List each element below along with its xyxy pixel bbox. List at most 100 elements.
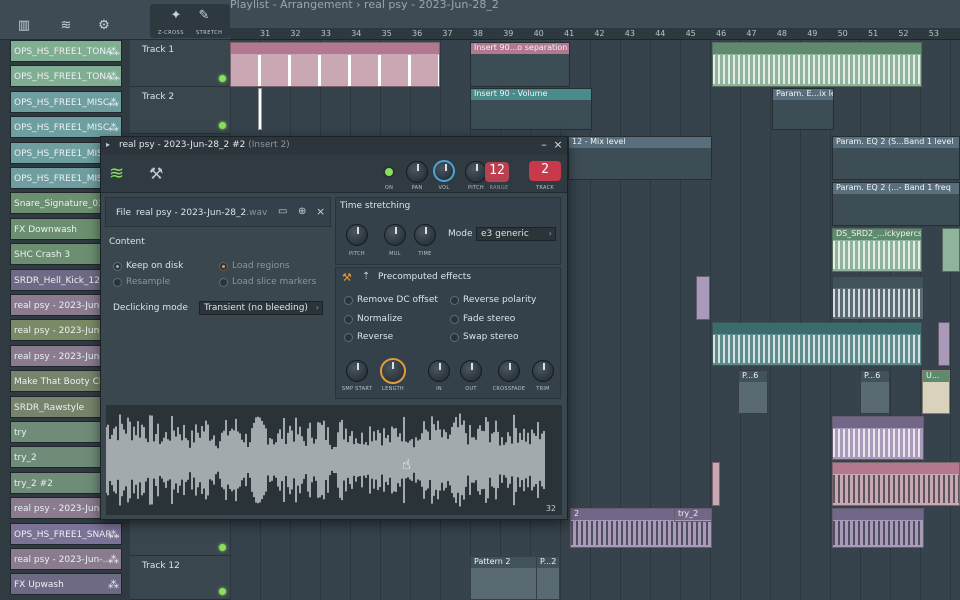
automation-clip[interactable]: 12 - Mix level (568, 136, 712, 180)
sample-waveform[interactable]: 32 ☝ (106, 405, 562, 515)
reverse-label[interactable]: Reverse (357, 332, 393, 342)
ts-pitch-knob[interactable] (346, 224, 368, 246)
file-name[interactable]: real psy - 2023-Jun-28_2.wav (136, 208, 267, 218)
wrench-icon[interactable]: ⚒ (342, 271, 352, 284)
audio-clip[interactable] (712, 322, 922, 366)
piano-roll-icon[interactable]: ▥ (14, 18, 34, 36)
wrench-icon[interactable]: ⚙ (94, 18, 114, 36)
pan-knob[interactable] (406, 161, 428, 183)
automation-clip[interactable]: Param. EQ 2 (S...Band 1 level (832, 136, 960, 180)
audio-clip[interactable] (832, 462, 960, 506)
sidebar-channel-item[interactable]: OPS_HS_FREE1_MISC...⁂ (10, 90, 122, 113)
remove-dc-label[interactable]: Remove DC offset (357, 295, 438, 305)
declicking-dropdown[interactable]: Transient (no bleeding) › (199, 301, 323, 315)
window-titlebar[interactable]: ▸ real psy - 2023-Jun-28_2 #2 (Insert 2)… (101, 137, 567, 155)
remove-dc-radio[interactable] (344, 296, 353, 305)
volume-knob[interactable] (433, 160, 455, 182)
marker-clip[interactable] (258, 88, 262, 130)
audio-clip[interactable] (230, 42, 440, 87)
track-header-1[interactable]: Track 1 (130, 40, 230, 87)
resample-radio[interactable] (113, 278, 122, 287)
audio-clip[interactable] (712, 42, 922, 87)
mode-dropdown[interactable]: e3 generic › (476, 227, 556, 241)
load-slice-markers-label[interactable]: Load slice markers (232, 277, 316, 287)
trim-knob[interactable] (532, 360, 554, 382)
track-number-box[interactable]: 2 (529, 161, 561, 181)
resample-label[interactable]: Resample (126, 277, 170, 287)
audio-clip[interactable] (712, 462, 720, 506)
channel-on-led[interactable] (383, 166, 395, 178)
wrench-tab-icon[interactable]: ⚒ (149, 164, 163, 183)
track-active-led[interactable] (219, 122, 226, 129)
plugin-icon[interactable]: ⊕ (298, 206, 306, 217)
wave-tool-icon[interactable]: ≋ (56, 18, 76, 36)
swap-stereo-radio[interactable] (450, 333, 459, 342)
load-slice-markers-radio[interactable] (219, 278, 228, 287)
channel-settings-window[interactable]: ▸ real psy - 2023-Jun-28_2 #2 (Insert 2)… (100, 136, 568, 520)
in-knob[interactable] (428, 360, 450, 382)
audio-clip[interactable] (832, 276, 924, 320)
length-knob[interactable] (380, 358, 406, 384)
folder-icon[interactable]: ▭ (278, 206, 287, 217)
audio-clip[interactable]: DS_SRD2_...ickypercs (832, 228, 922, 272)
pattern-clip[interactable]: P...6 (738, 370, 768, 414)
fade-stereo-radio[interactable] (450, 315, 459, 324)
track-active-led[interactable] (219, 588, 226, 595)
audio-clip[interactable] (832, 416, 924, 460)
track-active-led[interactable] (219, 75, 226, 82)
audio-clip[interactable] (938, 322, 950, 366)
sidebar-channel-item[interactable]: OPS_HS_FREE1_TONA... ⁂ (10, 40, 122, 62)
stretch-label[interactable]: STRETCH (196, 30, 222, 36)
load-regions-label[interactable]: Load regions (232, 261, 290, 271)
minimize-button[interactable]: – (537, 138, 551, 151)
waveform-tab-icon[interactable]: ≋ (109, 163, 124, 184)
clip-label[interactable]: try_2 (674, 508, 712, 522)
zcross-label[interactable]: Z-CROSS (158, 30, 184, 36)
automation-clip[interactable]: Insert 90...o separation (470, 42, 570, 87)
out-knob[interactable] (460, 360, 482, 382)
close-button[interactable]: × (551, 138, 565, 151)
info-icon[interactable]: ⇡ (362, 271, 370, 282)
smp-start-knob[interactable] (346, 360, 368, 382)
audio-clip[interactable] (832, 508, 924, 548)
sidebar-channel-item[interactable]: FX Upwash ⁂ (10, 573, 122, 596)
sidebar-channel-item[interactable]: OPS_HS_FREE1_SNAR... ⁂ (10, 522, 122, 545)
sidebar-channel-item[interactable]: OPS_HS_FREE1_MISC...⁂ (10, 116, 122, 139)
load-regions-radio[interactable] (219, 262, 228, 271)
mixer-track-box[interactable]: 12 (485, 162, 509, 182)
pitch-knob[interactable] (465, 161, 487, 183)
brush-icon[interactable]: ✎ (194, 8, 214, 26)
keep-on-disk-label[interactable]: Keep on disk (126, 261, 183, 271)
clip-title: try_2 (675, 509, 711, 520)
track-active-led[interactable] (219, 544, 226, 551)
audio-clip[interactable] (942, 228, 960, 272)
sidebar-channel-item[interactable]: OPS_HS_FREE1_TONA... ⁂ (10, 65, 122, 88)
crossfade-knob[interactable] (498, 360, 520, 382)
keep-on-disk-radio[interactable] (113, 262, 122, 271)
sidebar-channel-item[interactable]: real psy - 2023-Jun-...⁂ (10, 548, 122, 570)
magnet-icon[interactable]: ✦ (166, 8, 186, 26)
reverse-radio[interactable] (344, 333, 353, 342)
pattern-clip[interactable]: P...2 (536, 556, 560, 600)
timeline-ruler[interactable]: 31 32 33 34 35 36 37 38 39 40 41 42 43 44 45 46 47 48 49 50… (230, 28, 960, 40)
ts-mul-knob[interactable] (384, 224, 406, 246)
automation-clip[interactable]: Insert 90 - Volume (470, 88, 592, 130)
pattern-clip[interactable]: U... (922, 370, 950, 414)
ts-time-knob[interactable] (414, 224, 436, 246)
waveform-icon: ⁂ (108, 527, 119, 541)
reverse-polarity-radio[interactable] (450, 296, 459, 305)
audio-clip[interactable] (696, 276, 710, 320)
normalize-label[interactable]: Normalize (357, 314, 402, 324)
reverse-polarity-label[interactable]: Reverse polarity (463, 295, 536, 305)
automation-clip[interactable]: Param. EQ 2 (...- Band 1 freq (832, 182, 960, 226)
pattern-clip[interactable]: P...6 (860, 370, 890, 414)
swap-stereo-label[interactable]: Swap stereo (463, 332, 518, 342)
automation-clip[interactable]: Param. E...ix level (772, 88, 834, 130)
window-menu-arrow-icon[interactable]: ▸ (106, 140, 110, 149)
clear-file-icon[interactable]: × (316, 205, 325, 218)
normalize-radio[interactable] (344, 315, 353, 324)
fade-stereo-label[interactable]: Fade stereo (463, 314, 515, 324)
track-header-11[interactable] (130, 520, 230, 556)
track-header-12[interactable]: Track 12 (130, 556, 230, 600)
track-header-2[interactable]: Track 2 (130, 87, 230, 134)
